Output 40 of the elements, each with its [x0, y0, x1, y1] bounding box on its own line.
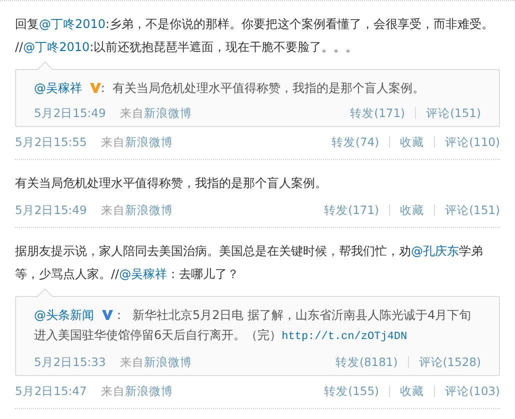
action-link[interactable]: 转发(171) — [350, 106, 406, 120]
post-text: 回复@丁咚2010:乡弟，不是你说的那样。你要把这个案例看懂了，会很享受，而非难受。 //@丁咚2010:以前还犹抱琵琶半遮面，现在干脆不要脸了。。。 — [15, 16, 495, 56]
action-link[interactable]: 收藏 — [400, 134, 424, 150]
post-time-link[interactable]: 5月2日15:49 — [34, 106, 106, 120]
action-link[interactable]: 评论(151) — [445, 202, 500, 218]
source-label: 来自 — [100, 134, 125, 150]
action-link[interactable]: 转发(74) — [331, 134, 380, 150]
source-link[interactable]: 新浪微博 — [124, 134, 173, 150]
author-link[interactable]: @吴稼祥 — [34, 81, 82, 95]
mention-link[interactable]: @吴稼祥 — [119, 267, 168, 281]
source-link[interactable]: 新浪微博 — [144, 354, 192, 370]
action-link[interactable]: 转发(171) — [324, 202, 380, 218]
source-link[interactable]: 新浪微博 — [124, 384, 173, 398]
mention-link[interactable]: @孔庆东 — [411, 244, 459, 258]
post-time-link[interactable]: 5月2日15:33 — [34, 354, 106, 370]
mention-link[interactable]: @丁咚2010 — [23, 40, 90, 54]
quoted-post-text: @头条新闻 ： 新华社北京5月2日电 据了解，山东省沂南县人陈光诚于4月下旬进入美国驻华使馆停留6天后自行离开。（完）http://t.cn/zOTj4DN — [34, 307, 472, 345]
action-link[interactable]: 评论(110) — [445, 134, 500, 150]
source-link[interactable]: 新浪微博 — [144, 106, 192, 120]
action-link[interactable]: 收藏 — [400, 202, 424, 218]
author-link[interactable]: @头条新闻 — [34, 308, 94, 322]
source-link[interactable]: 新浪微博 — [124, 202, 173, 218]
action-link[interactable]: 收藏 — [400, 384, 424, 398]
source-label: 来自 — [120, 354, 144, 370]
post-time-link[interactable]: 5月2日15:55 — [15, 134, 87, 150]
source-label: 来自 — [100, 202, 125, 218]
post-time-link[interactable]: 5月2日15:47 — [15, 384, 87, 398]
source-label: 来自 — [100, 384, 125, 398]
post-text: 据朋友提示说，家人陪同去美国治病。美国总是在关键时候，帮我们忙，劝@孔庆东学弟等，少骂点人家。//@吴稼祥：去哪儿了？ — [15, 243, 484, 283]
mention-link[interactable]: @丁咚2010 — [39, 17, 106, 31]
quoted-post-text: @吴稼祥 : 有关当局危机处理水平值得称赞，我指的是那个盲人案例。 — [34, 80, 426, 97]
short-url-link[interactable]: http://t.cn/zOTj4DN — [282, 331, 408, 343]
action-link[interactable]: 评论(103) — [445, 384, 500, 398]
action-link[interactable]: 评论(1528) — [418, 354, 481, 370]
action-link[interactable]: 转发(155) — [324, 384, 380, 398]
source-label: 来自 — [120, 106, 144, 120]
post-time-link[interactable]: 5月2日15:49 — [15, 202, 87, 218]
action-link[interactable]: 评论(151) — [426, 106, 481, 120]
action-link[interactable]: 转发(8181) — [336, 354, 398, 370]
post-text: 有关当局危机处理水平值得称赞，我指的是那个盲人案例。 — [15, 175, 328, 192]
